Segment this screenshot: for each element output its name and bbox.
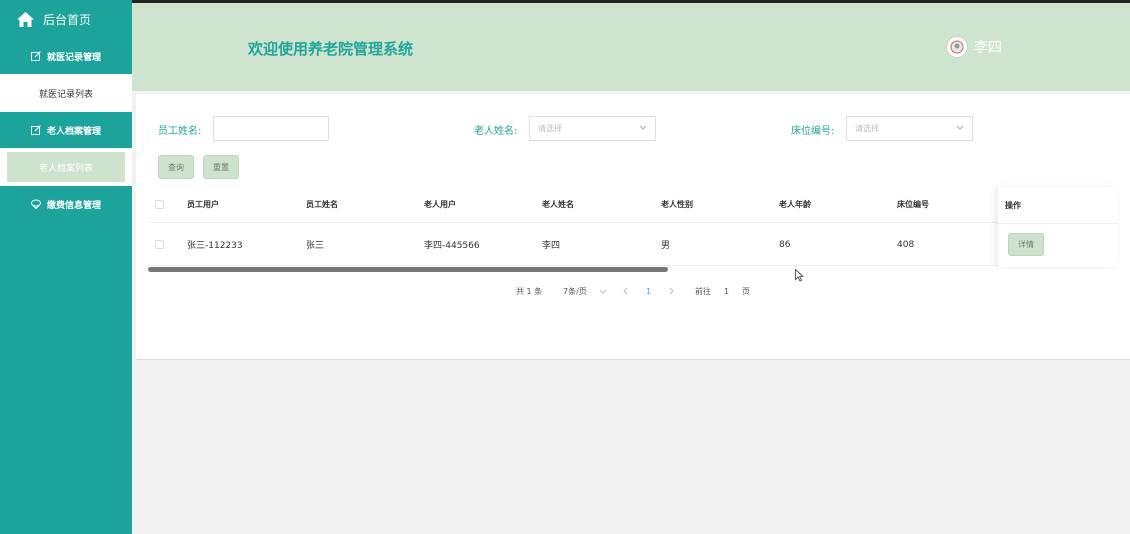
sidebar-group-label: 老人档案管理 xyxy=(46,126,101,137)
avatar-icon xyxy=(950,40,964,54)
goto-page-input[interactable]: 1 xyxy=(724,284,729,298)
pagination-total: 共 1 条 xyxy=(516,286,543,296)
bed-no-placeholder: 请选择 xyxy=(855,124,879,133)
goto-label: 前往 xyxy=(695,286,711,296)
page-size-value: 7条/页 xyxy=(563,286,587,296)
main-panel: 员工姓名: 老人姓名: 请选择 床位编号: 请选择 查询 重置 员工用户 员工姓… xyxy=(136,94,1130,360)
chevron-down-icon xyxy=(599,289,607,294)
home-icon xyxy=(17,11,34,27)
edit-icon xyxy=(30,125,41,135)
next-page-button[interactable] xyxy=(667,284,675,298)
goto-page-suffix: 页 xyxy=(742,286,750,296)
table-row[interactable]: 张三-112233 张三 李四-445566 李四 男 86 408 xyxy=(148,224,1118,266)
bed-no-select[interactable]: 请选择 xyxy=(846,116,973,141)
table-header: 员工用户 员工姓名 老人用户 老人姓名 老人性别 老人年龄 床位编号 xyxy=(148,187,1118,223)
reset-button[interactable]: 重置 xyxy=(203,155,239,179)
cell-elder-gender: 男 xyxy=(661,241,671,251)
horizontal-scrollbar[interactable] xyxy=(148,267,1118,272)
cell-elder-age: 86 xyxy=(779,239,791,250)
chevron-right-icon xyxy=(669,287,674,295)
sidebar-home-label: 后台首页 xyxy=(43,12,92,27)
cell-employee-user: 张三-112233 xyxy=(187,241,243,251)
avatar[interactable] xyxy=(946,36,968,58)
column-header: 操作 xyxy=(1005,200,1021,210)
prev-page-button[interactable] xyxy=(622,284,630,298)
elder-name-placeholder: 请选择 xyxy=(538,124,562,133)
column-header: 员工用户 xyxy=(187,200,219,209)
sidebar-item-medical-list[interactable]: 就医记录列表 xyxy=(7,78,125,108)
elder-name-label: 老人姓名: xyxy=(474,126,518,137)
mouse-cursor-icon xyxy=(795,269,804,282)
coin-icon xyxy=(30,199,41,209)
cell-employee-name: 张三 xyxy=(306,241,325,251)
elder-name-select[interactable]: 请选择 xyxy=(529,116,656,141)
page-number[interactable]: 1 xyxy=(646,284,651,298)
edit-icon xyxy=(30,51,41,61)
sidebar-item-elder-list[interactable]: 老人档案列表 xyxy=(7,152,125,182)
sidebar-sub-wrap: 老人档案列表 xyxy=(0,148,132,186)
column-header: 员工姓名 xyxy=(306,200,338,209)
row-checkbox[interactable] xyxy=(155,240,164,249)
page-title: 欢迎使用养老院管理系统 xyxy=(248,40,414,58)
sidebar-group-payment[interactable]: 缴费信息管理 xyxy=(0,186,132,222)
bed-no-label: 床位编号: xyxy=(791,126,835,137)
column-header: 老人性别 xyxy=(661,200,693,209)
header: 欢迎使用养老院管理系统 李四 xyxy=(132,0,1130,91)
sidebar: 后台首页 就医记录管理 就医记录列表 老人档案管理 老人档案列表 缴费信息管理 xyxy=(0,0,132,534)
chevron-down-icon xyxy=(956,123,964,133)
detail-button[interactable]: 详情 xyxy=(1008,233,1044,256)
chevron-left-icon xyxy=(623,287,628,295)
employee-name-input[interactable] xyxy=(213,116,329,141)
sidebar-group-label: 就医记录管理 xyxy=(46,52,101,63)
query-button[interactable]: 查询 xyxy=(158,155,194,179)
user-menu[interactable]: 李四 xyxy=(946,36,1002,58)
sidebar-group-label: 缴费信息管理 xyxy=(46,200,101,211)
page-size-select[interactable]: 7条/页 xyxy=(563,284,607,298)
sidebar-home[interactable]: 后台首页 xyxy=(0,0,132,38)
column-header: 老人用户 xyxy=(424,200,456,209)
fixed-action-column: 操作 详情 xyxy=(998,187,1118,267)
sidebar-group-medical[interactable]: 就医记录管理 xyxy=(0,38,132,74)
cell-elder-name: 李四 xyxy=(542,241,561,251)
cell-bed-no: 408 xyxy=(897,239,915,250)
scrollbar-thumb[interactable] xyxy=(148,267,668,272)
user-name: 李四 xyxy=(974,40,1002,56)
select-all-checkbox[interactable] xyxy=(155,200,164,209)
employee-name-label: 员工姓名: xyxy=(158,126,202,137)
chevron-down-icon xyxy=(639,123,647,133)
sidebar-sub-wrap: 就医记录列表 xyxy=(0,74,132,112)
column-header: 床位编号 xyxy=(897,200,929,209)
column-header: 老人年龄 xyxy=(779,200,811,209)
cell-elder-user: 李四-445566 xyxy=(424,241,480,251)
sidebar-group-elder[interactable]: 老人档案管理 xyxy=(0,112,132,148)
column-header: 老人姓名 xyxy=(542,200,574,209)
